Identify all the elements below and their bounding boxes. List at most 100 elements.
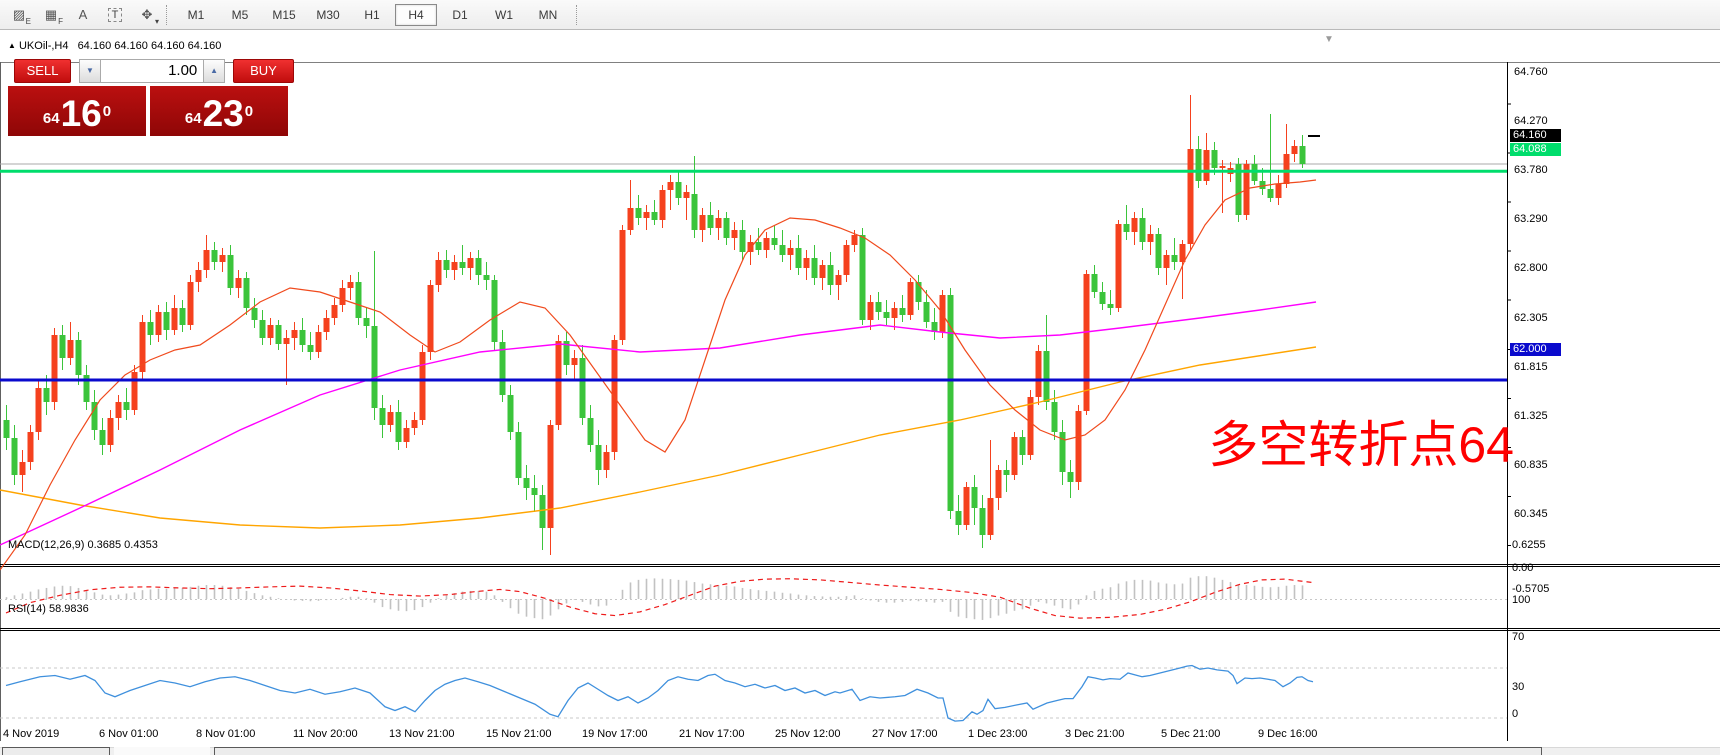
timeframe-button-H4[interactable]: H4: [395, 3, 437, 26]
chart-tab-bar: [0, 741, 1720, 755]
candle-body: [899, 308, 906, 315]
candle-body: [803, 258, 810, 268]
candle-body: [523, 478, 530, 488]
chart-tab-3[interactable]: [214, 747, 1542, 755]
candle-body: [331, 305, 338, 318]
price-chart-canvas[interactable]: [0, 31, 1720, 755]
candle-body: [187, 282, 194, 325]
candle-body: [203, 250, 210, 270]
candle-body: [907, 282, 914, 315]
timeframe-button-M1[interactable]: M1: [175, 4, 217, 26]
candle-body: [531, 488, 538, 495]
ask-price-button[interactable]: 64 23 0: [150, 86, 288, 136]
candle-body: [1035, 351, 1042, 397]
candle-body: [891, 308, 898, 318]
time-axis-label: 6 Nov 01:00: [99, 728, 159, 740]
sell-button[interactable]: SELL: [14, 59, 72, 83]
toolbar: ▨ E ▦ F A T ✥ ▾ M1 M5 M15 M30 H1 H4 D1 W1 MN: [0, 0, 1720, 30]
candle-body: [43, 388, 50, 402]
candle-body: [539, 495, 546, 528]
text-label-icon[interactable]: A: [70, 4, 96, 26]
ohlc-values: 64.160 64.160 64.160 64.160: [77, 40, 222, 52]
candle-body: [867, 302, 874, 320]
candle-body: [963, 487, 970, 525]
time-axis-label: 9 Dec 16:00: [1258, 728, 1318, 740]
candle-body: [1075, 411, 1082, 482]
chart-hatch-icon[interactable]: ▨ E: [6, 4, 32, 26]
time-axis-label: 5 Dec 21:00: [1161, 728, 1221, 740]
candle-body: [1187, 149, 1194, 244]
buy-button[interactable]: BUY: [232, 59, 294, 83]
candle-body: [1195, 149, 1202, 181]
timeframe-button-M5[interactable]: M5: [219, 4, 261, 26]
candle-body: [571, 358, 578, 365]
bid-price-button[interactable]: 64 16 0: [8, 86, 146, 136]
candle-body: [651, 212, 658, 220]
timeframe-button-H1[interactable]: H1: [351, 4, 393, 26]
collapse-panel-icon[interactable]: ▲: [8, 41, 16, 50]
timeframe-button-MN[interactable]: MN: [527, 4, 569, 26]
toolbar-separator: [166, 4, 168, 25]
candle-body: [1067, 472, 1074, 482]
candle-body: [99, 430, 106, 445]
candle-body: [755, 242, 762, 250]
textbox-icon[interactable]: T: [102, 4, 128, 26]
timeframe-button-M30[interactable]: M30: [307, 4, 349, 26]
candle-body: [1099, 292, 1106, 304]
candle-body: [387, 412, 394, 425]
time-axis-label: 19 Nov 17:00: [582, 728, 648, 740]
candle-body: [859, 235, 866, 320]
macd-label: MACD(12,26,9) 0.3685 0.4353: [8, 539, 158, 551]
candle-body: [355, 282, 362, 318]
candle-body: [419, 352, 426, 420]
price-axis-label: 61.325: [1514, 409, 1548, 422]
timeframe-button-W1[interactable]: W1: [483, 4, 525, 26]
candle-body: [699, 215, 706, 230]
candle-body: [771, 238, 778, 245]
candle-body: [3, 420, 10, 438]
volume-input[interactable]: 1.00: [99, 59, 205, 83]
candle-body: [579, 358, 586, 418]
time-axis-label: 3 Dec 21:00: [1065, 728, 1125, 740]
chart-tab-1[interactable]: [2, 747, 110, 755]
price-badge-62.000: 62.000: [1510, 343, 1561, 356]
ma-mid-line: [0, 301, 1317, 546]
candle-body: [371, 326, 378, 408]
arrows-objects-icon[interactable]: ✥ ▾: [134, 4, 160, 26]
time-axis-label: 8 Nov 01:00: [196, 728, 256, 740]
time-axis-label: 25 Nov 12:00: [775, 728, 841, 740]
chart-tab-2[interactable]: [114, 747, 210, 755]
timeframe-button-D1[interactable]: D1: [439, 4, 481, 26]
candle-body: [27, 432, 34, 462]
bid-pips: 16: [60, 93, 102, 134]
candle-body: [1027, 397, 1034, 455]
volume-increase-button[interactable]: ▲: [204, 59, 225, 83]
candle-body: [987, 498, 994, 535]
candle-body: [1291, 146, 1298, 154]
candle-body: [1019, 437, 1026, 455]
candle-body: [235, 278, 242, 288]
chart-shift-marker-icon[interactable]: ▼: [1324, 34, 1334, 45]
candle-body: [995, 470, 1002, 498]
candle-body: [459, 262, 466, 268]
candle-body: [1283, 154, 1290, 184]
rsi-label: RSI(14) 58.9836: [8, 603, 89, 615]
symbol-period-label: UKOil-,H4: [18, 40, 69, 52]
rsi-axis-label: 70: [1512, 631, 1525, 643]
candle-body: [683, 192, 690, 198]
chart-area[interactable]: 64.760 64.270 63.780 63.290 62.800 62.305 61.8…: [0, 31, 1720, 755]
candle-body: [491, 280, 498, 342]
rsi-axis-label: 100: [1512, 593, 1531, 606]
candle-body: [19, 462, 26, 475]
candle-body: [1211, 150, 1218, 168]
one-click-trading-panel: SELL ▼ 1.00 ▲ BUY 64 16 0 64 23 0: [8, 58, 294, 136]
candle-body: [451, 262, 458, 270]
price-axis-label: 64.760: [1514, 66, 1548, 78]
ask-pips: 23: [202, 93, 244, 134]
timeframe-button-M15[interactable]: M15: [263, 4, 305, 26]
candle-body: [739, 230, 746, 252]
time-axis-label: 4 Nov 2019: [3, 728, 60, 740]
rsi-line: [5, 664, 1314, 722]
grid-hatch-icon[interactable]: ▦ F: [38, 4, 64, 26]
volume-decrease-button[interactable]: ▼: [79, 59, 100, 83]
